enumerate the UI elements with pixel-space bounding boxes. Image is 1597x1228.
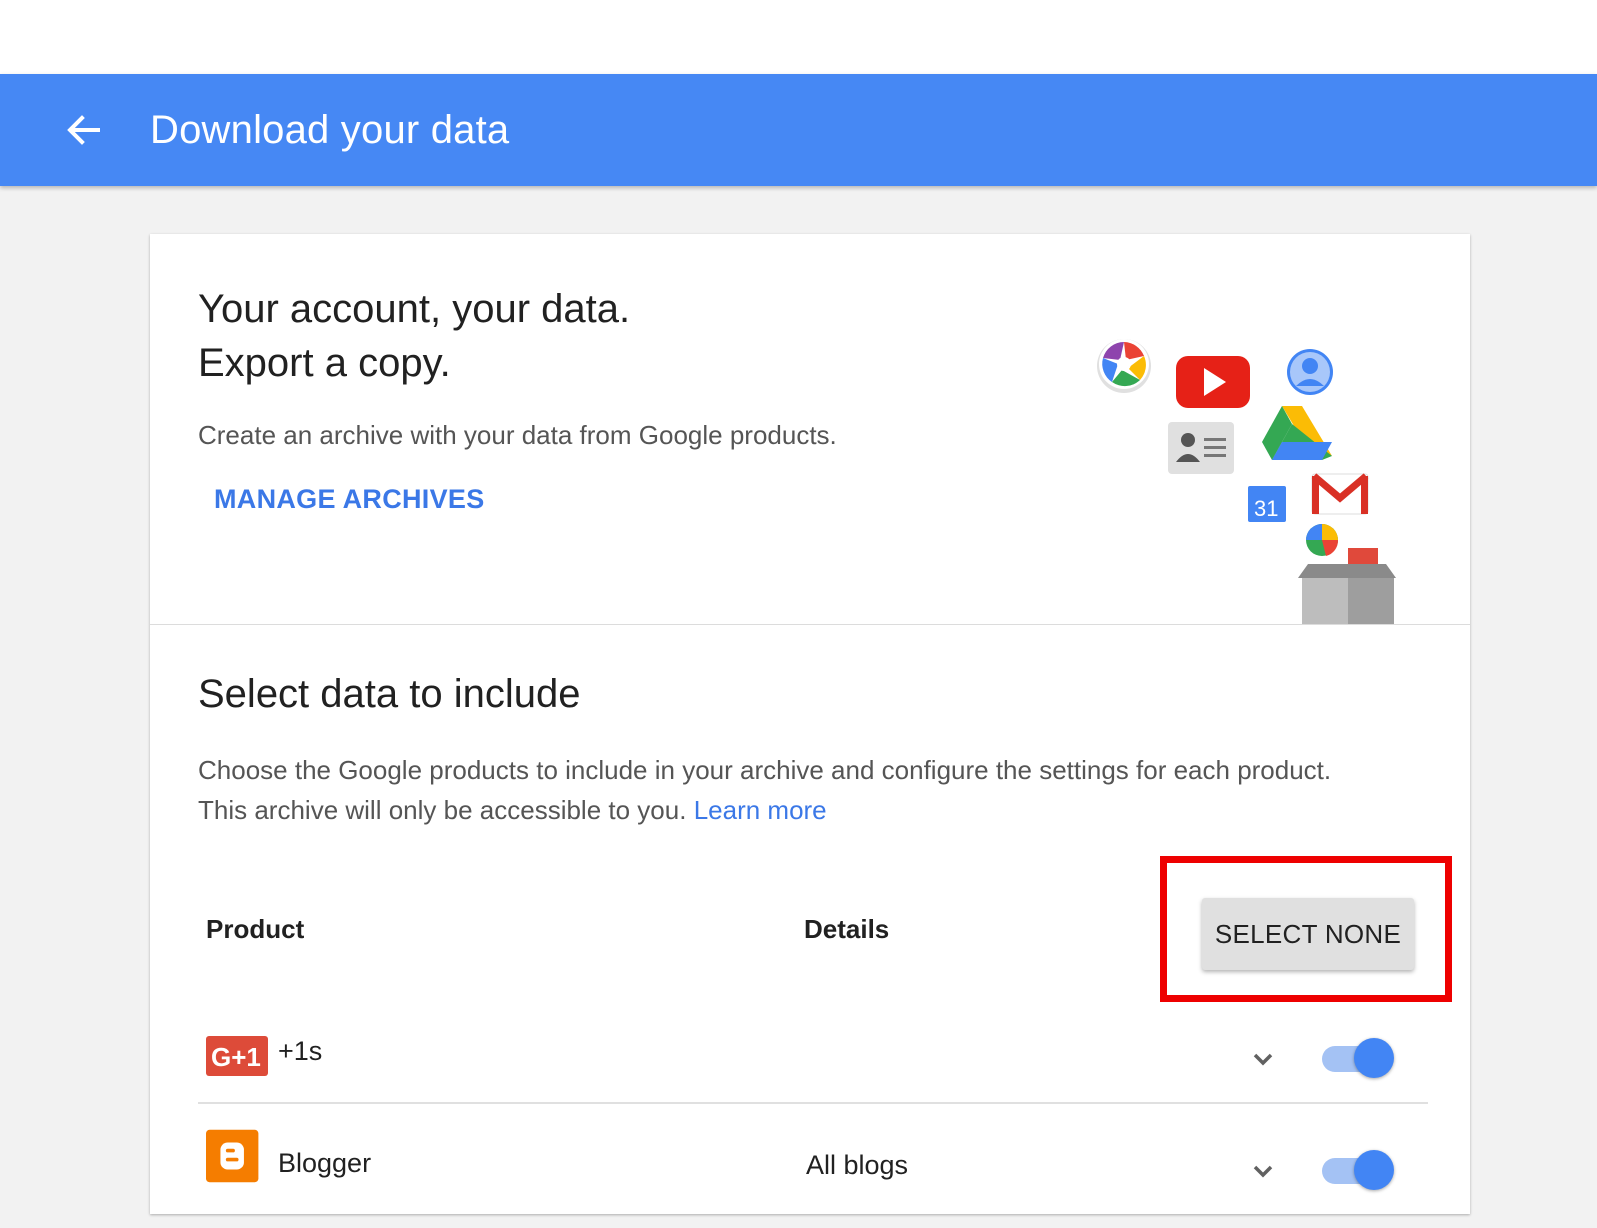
product-name: +1s xyxy=(278,1036,323,1066)
hero-title: Your account, your data. Export a copy. xyxy=(198,282,630,390)
contacts-icon xyxy=(1168,422,1234,474)
page-title: Download your data xyxy=(150,108,510,152)
hero-subtitle: Create an archive with your data from Go… xyxy=(198,420,837,450)
row-divider xyxy=(198,1102,1428,1104)
select-none-button[interactable]: SELECT NONE xyxy=(1202,898,1414,970)
youtube-icon xyxy=(1176,356,1250,408)
blogger-icon-text: B xyxy=(206,1129,207,1131)
drive-icon xyxy=(1262,406,1332,460)
description-line1: Choose the Google products to include in… xyxy=(198,755,1332,785)
product-row: G+1 +1s xyxy=(198,1006,1428,1116)
app-bar: Download your data xyxy=(0,74,1597,186)
section-divider xyxy=(150,624,1470,625)
profile-icon xyxy=(1287,349,1333,395)
column-header-product: Product xyxy=(206,914,305,944)
learn-more-link[interactable]: Learn more xyxy=(694,795,827,825)
hangouts-icon xyxy=(1306,524,1339,556)
blogger-icon: B xyxy=(206,1129,259,1183)
toggle-knob xyxy=(1354,1150,1394,1190)
section-title: Select data to include xyxy=(198,672,581,716)
top-blank-area xyxy=(0,0,1597,74)
description-line2: This archive will only be accessible to … xyxy=(198,790,1428,830)
section-description: Choose the Google products to include in… xyxy=(198,750,1428,830)
chevron-down-icon[interactable] xyxy=(1248,1044,1278,1074)
back-button[interactable] xyxy=(62,108,106,152)
chevron-down-icon[interactable] xyxy=(1248,1156,1278,1186)
gmail-icon xyxy=(1311,473,1369,515)
picasa-icon xyxy=(1097,339,1151,393)
arrow-back-icon xyxy=(67,115,100,145)
manage-archives-button[interactable]: MANAGE ARCHIVES xyxy=(214,484,485,515)
main-card: Your account, your data. Export a copy. … xyxy=(150,234,1470,1214)
toggle-knob xyxy=(1354,1038,1394,1078)
column-header-details: Details xyxy=(804,914,890,944)
product-toggle[interactable] xyxy=(1320,1036,1396,1080)
archive-box-icon xyxy=(1298,548,1396,624)
svg-text:31: 31 xyxy=(1254,496,1278,521)
calendar-icon: 31 xyxy=(1248,486,1286,522)
google-plus-one-icon: G+1 xyxy=(206,1036,268,1076)
hero-title-line1: Your account, your data. xyxy=(198,287,631,331)
product-name: Blogger xyxy=(278,1148,372,1178)
description-line2-text: This archive will only be accessible to … xyxy=(198,795,687,825)
product-details: All blogs xyxy=(806,1150,909,1180)
google-plus-one-icon-text: G+1 xyxy=(211,1042,261,1072)
hero-title-line2: Export a copy. xyxy=(198,341,451,385)
products-illustration: 31 xyxy=(1097,339,1396,624)
product-row: B Blogger All blogs xyxy=(198,1118,1428,1228)
product-toggle[interactable] xyxy=(1320,1148,1396,1192)
